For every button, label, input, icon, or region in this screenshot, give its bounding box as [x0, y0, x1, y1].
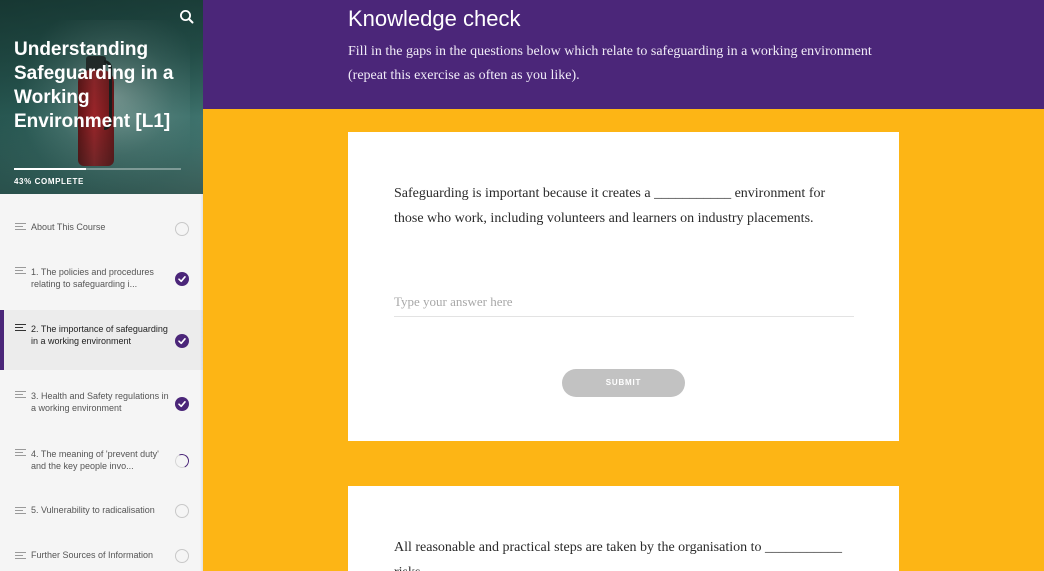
sidebar-item-label: 3. Health and Safety regulations in a wo… — [31, 391, 169, 413]
sidebar-item-further-sources[interactable]: Further Sources of Information — [0, 540, 203, 571]
sidebar-item-label: 2. The importance of safeguarding in a w… — [31, 324, 168, 346]
sidebar-edge — [200, 194, 203, 571]
sidebar-item-lesson-4[interactable]: 4. The meaning of 'prevent duty' and the… — [0, 436, 203, 486]
question-card: Safeguarding is important because it cre… — [348, 132, 899, 441]
lesson-lines-icon — [15, 391, 26, 399]
sidebar-item-lesson-1[interactable]: 1. The policies and procedures relating … — [0, 254, 203, 304]
sidebar-item-label: 1. The policies and procedures relating … — [31, 267, 154, 289]
course-title[interactable]: Understanding Safeguarding in a Working … — [14, 38, 194, 134]
progress-bar — [14, 168, 181, 170]
question-text: Safeguarding is important because it cre… — [394, 186, 826, 226]
lesson-lines-icon — [15, 324, 26, 332]
sidebar-item-lesson-2[interactable]: 2. The importance of safeguarding in a w… — [0, 310, 203, 370]
sidebar-item-label: Further Sources of Information — [31, 550, 154, 560]
question-text: All reasonable and practical steps are t… — [394, 540, 842, 571]
sidebar-item-label: About This Course — [31, 222, 106, 232]
not-started-icon — [175, 549, 189, 563]
course-header: Understanding Safeguarding in a Working … — [0, 0, 203, 194]
page-subtitle: Fill in the gaps in the questions below … — [348, 44, 872, 83]
course-sidebar: Understanding Safeguarding in a Working … — [0, 0, 203, 571]
in-progress-icon — [173, 452, 191, 470]
not-started-icon — [175, 504, 189, 518]
submit-button[interactable]: SUBMIT — [562, 369, 685, 397]
check-circle-icon — [175, 334, 189, 348]
lesson-lines-icon — [15, 223, 26, 231]
lesson-lines-icon — [15, 552, 26, 560]
sidebar-item-lesson-5[interactable]: 5. Vulnerability to radicalisation — [0, 494, 203, 534]
sidebar-item-lesson-3[interactable]: 3. Health and Safety regulations in a wo… — [0, 378, 203, 428]
check-circle-icon — [175, 272, 189, 286]
progress-label: 43% COMPLETE — [14, 177, 84, 186]
answer-input[interactable] — [394, 287, 854, 317]
not-started-icon — [175, 222, 189, 236]
progress-bar-fill — [14, 168, 86, 170]
sidebar-item-about[interactable]: About This Course — [0, 208, 203, 246]
lesson-lines-icon — [15, 449, 26, 457]
search-icon[interactable] — [178, 8, 196, 26]
question-card: All reasonable and practical steps are t… — [348, 486, 899, 571]
sidebar-item-label: 5. Vulnerability to radicalisation — [31, 505, 155, 515]
lesson-lines-icon — [15, 507, 26, 515]
sidebar-item-label: 4. The meaning of 'prevent duty' and the… — [31, 449, 159, 471]
check-circle-icon — [175, 397, 189, 411]
lesson-lines-icon — [15, 267, 26, 275]
page-title: Knowledge check — [348, 6, 521, 31]
